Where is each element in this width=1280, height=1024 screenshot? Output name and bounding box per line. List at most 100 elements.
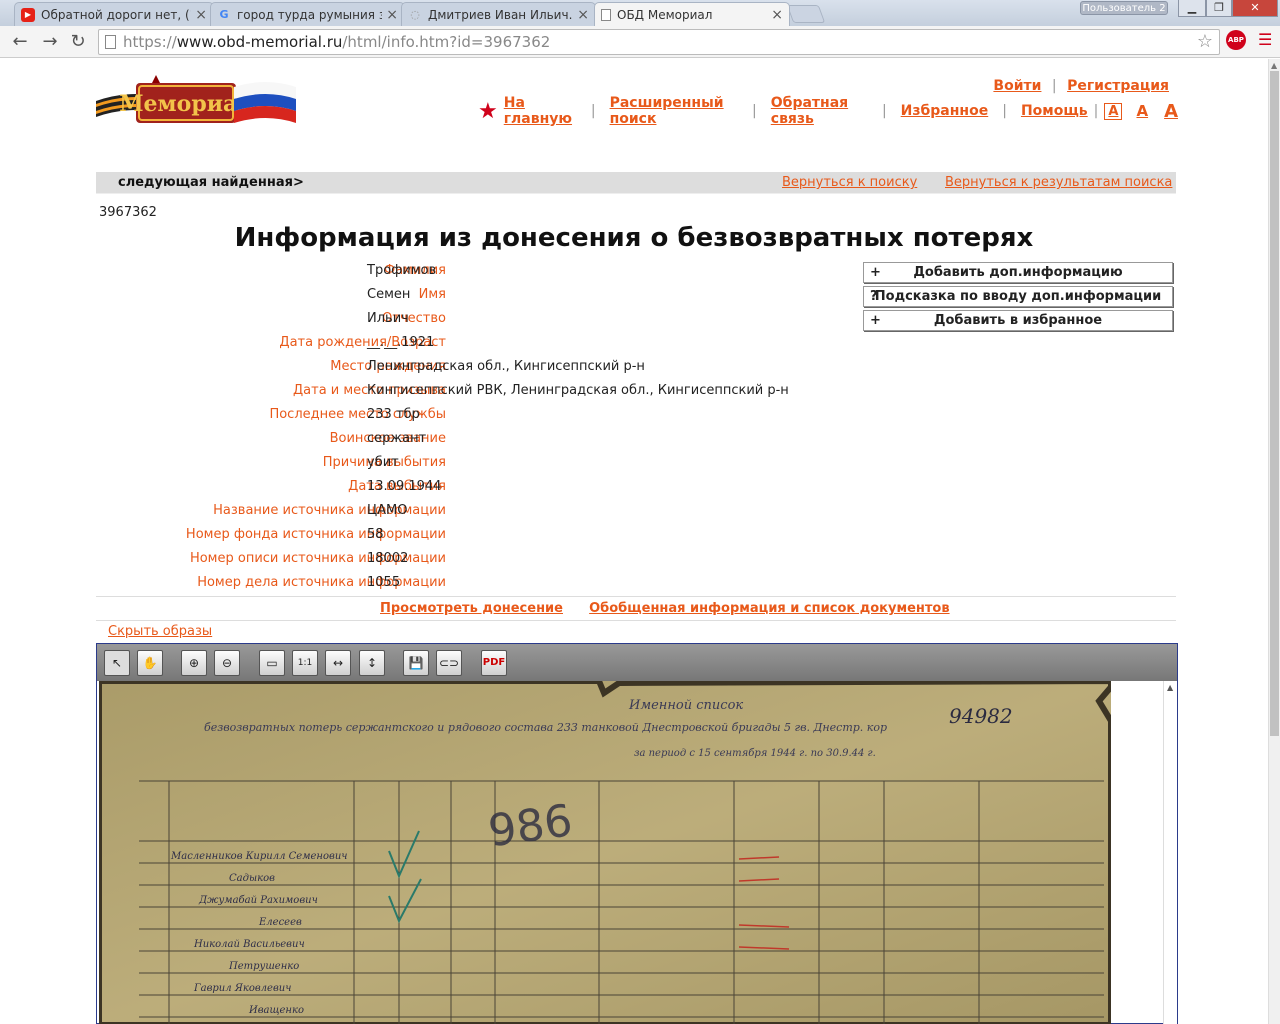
field-value: убит [367, 455, 399, 470]
next-found-label: следующая найденная [118, 175, 293, 190]
scrollbar-thumb[interactable] [1270, 71, 1279, 736]
field-label: Номер фонда источника информации [185, 527, 446, 542]
add-favorite-button[interactable]: + Добавить в избранное [863, 310, 1173, 331]
field-value: 58 [367, 527, 384, 542]
separator: | [1002, 103, 1007, 119]
nav-favorites[interactable]: Избранное [901, 103, 989, 119]
google-icon: G [219, 8, 229, 21]
field-label: Номер дела источника информации [197, 575, 446, 590]
font-size-large[interactable]: A [1164, 101, 1178, 122]
font-size-small[interactable]: A [1104, 102, 1123, 120]
close-icon[interactable]: × [577, 7, 589, 23]
field-row: Дата и место призыва Кингисеппский РВК, Л… [96, 381, 856, 405]
scanned-document-image[interactable]: Именной список 94982 безвозвратных потер… [99, 681, 1111, 1024]
fit-height-icon[interactable]: ↕ [359, 650, 385, 676]
main-navigation: ★ На главную | Расширенный поиск | Обрат… [478, 95, 1178, 127]
maximize-button[interactable]: ❐ [1206, 0, 1232, 17]
field-value: 233 тбр [367, 407, 420, 422]
chrome-menu-icon[interactable]: ☰ [1258, 32, 1274, 48]
link-icon[interactable]: ⊂⊃ [436, 650, 462, 676]
field-value: Кингисеппский РВК, Ленинградская обл., К… [367, 383, 789, 398]
field-value: __.__.1921 [367, 335, 435, 350]
page-icon [601, 8, 611, 21]
tab-youtube[interactable]: ▶ Обратной дороги нет, (1! × [14, 2, 214, 26]
fit-page-icon[interactable]: ▭ [259, 650, 285, 676]
back-to-results-link[interactable]: Вернуться к результатам поиска [945, 175, 1172, 190]
button-label: Добавить доп.информацию [913, 265, 1123, 280]
fit-width-icon[interactable]: ↔ [325, 650, 351, 676]
scroll-up-icon[interactable]: ▲ [1271, 61, 1277, 70]
document-links: Просмотреть донесение Обобщенная информа… [380, 601, 972, 616]
page-content: Мемориал Войти | Регистрация ★ На главну… [0, 59, 1268, 1024]
scan-heading: Именной список [628, 698, 743, 713]
summary-link[interactable]: Обобщенная информация и список документо… [589, 601, 949, 616]
tab-dmitriev[interactable]: ◌ Дмитриев Иван Ильич. :: × [401, 2, 596, 26]
browser-toolbar: ← → ↻ https://www.obd-memorial.ru/html/i… [0, 26, 1280, 58]
login-link[interactable]: Войти [993, 78, 1041, 94]
tab-obd-memorial[interactable]: ОБД Мемориал × [594, 2, 790, 26]
field-value: сержант [367, 431, 427, 446]
field-value: Трофимов [367, 263, 437, 278]
address-bar[interactable]: https://www.obd-memorial.ru/html/info.ht… [98, 29, 1220, 55]
pointer-tool-icon[interactable]: ↖ [104, 650, 130, 676]
page-scrollbar[interactable]: ▲ [1268, 59, 1280, 1024]
next-found-link[interactable]: следующая найденная> [118, 175, 304, 190]
field-value: 13.09.1944 [367, 479, 442, 494]
tab-title: Обратной дороги нет, (1! [41, 7, 192, 22]
actual-size-icon[interactable]: 1:1 [292, 650, 318, 676]
save-icon[interactable]: 💾 [403, 650, 429, 676]
viewer-scrollbar[interactable]: ▲ [1163, 681, 1177, 1024]
window-close-button[interactable]: ✕ [1232, 0, 1278, 17]
hand-tool-icon[interactable]: ✋ [137, 650, 163, 676]
view-report-link[interactable]: Просмотреть донесение [380, 601, 563, 616]
scan-name: Гаврил Яковлевич [193, 983, 291, 994]
zoom-in-icon[interactable]: ⊕ [181, 650, 207, 676]
scan-number: 94982 [949, 704, 1013, 728]
hide-images-link[interactable]: Скрыть образы [108, 624, 212, 639]
plus-icon: + [870, 265, 881, 280]
field-row: Номер дела источника информации 1055 [96, 573, 856, 597]
close-icon[interactable]: × [195, 7, 207, 23]
add-info-button[interactable]: + Добавить доп.информацию [863, 262, 1173, 283]
nav-help[interactable]: Помощь [1021, 103, 1088, 119]
font-size-medium[interactable]: A [1136, 102, 1148, 120]
user-profile-badge[interactable]: Пользователь 2 [1080, 1, 1168, 15]
close-icon[interactable]: × [386, 7, 398, 23]
url-path: /html/info.htm?id=3967362 [342, 33, 551, 51]
scan-name: Елесеев [258, 917, 302, 928]
field-value: 1055 [367, 575, 401, 590]
tab-google[interactable]: G город турда румыния заз × [210, 2, 405, 26]
memorial-logo[interactable]: Мемориал [96, 73, 301, 133]
new-tab-button[interactable] [786, 5, 826, 23]
scan-name: Николай Васильевич [193, 939, 305, 950]
zoom-out-icon[interactable]: ⊖ [214, 650, 240, 676]
chevron-right-icon: > [292, 175, 304, 190]
minimize-button[interactable]: ▁ [1178, 0, 1206, 17]
input-hint-button[interactable]: ? Подсказка по вводу доп.информации [863, 286, 1173, 307]
reload-icon[interactable]: ↻ [66, 30, 90, 54]
scroll-up-icon[interactable]: ▲ [1167, 683, 1173, 692]
field-row: Последнее место службы 233 тбр [96, 405, 856, 429]
forward-arrow-icon[interactable]: → [38, 30, 62, 54]
field-row: Фамилия Трофимов [96, 261, 856, 285]
back-to-search-link[interactable]: Вернуться к поиску [782, 175, 917, 190]
adblock-plus-icon[interactable]: ABP [1226, 30, 1246, 50]
nav-home[interactable]: На главную [504, 95, 577, 127]
nav-feedback[interactable]: Обратная связь [771, 95, 868, 127]
separator: | [1093, 103, 1099, 119]
register-link[interactable]: Регистрация [1067, 78, 1169, 94]
separator: | [590, 103, 596, 119]
plus-icon: + [870, 313, 881, 328]
scan-name: Садыков [229, 873, 275, 884]
close-icon[interactable]: × [771, 7, 783, 23]
back-arrow-icon[interactable]: ← [8, 30, 32, 54]
tab-title: Дмитриев Иван Ильич. :: [428, 7, 574, 22]
divider [96, 620, 1176, 621]
record-id: 3967362 [99, 205, 157, 220]
field-value: Ильич [367, 311, 409, 326]
scan-name: Иващенко [248, 1005, 304, 1016]
nav-advanced-search[interactable]: Расширенный поиск [610, 95, 738, 127]
scan-name: Джумабай Рахимович [198, 895, 318, 906]
bookmark-star-icon[interactable]: ☆ [1197, 30, 1213, 54]
pdf-icon[interactable]: PDF [481, 650, 507, 676]
